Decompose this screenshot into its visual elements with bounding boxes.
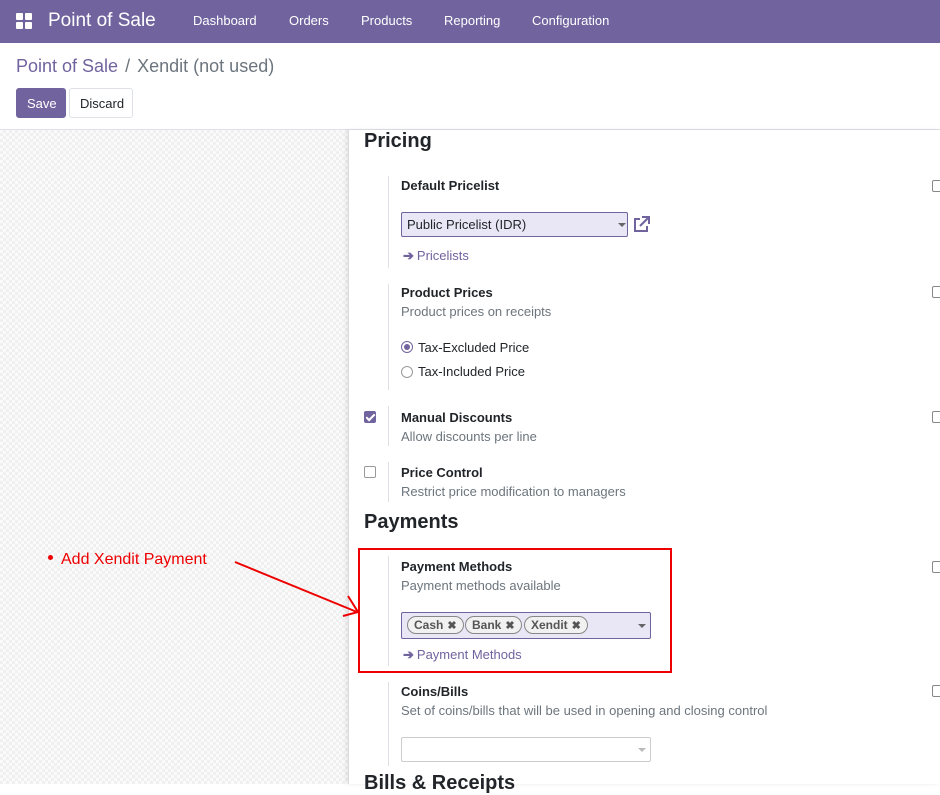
menu-configuration[interactable]: Configuration <box>532 13 609 28</box>
menu-reporting[interactable]: Reporting <box>444 13 500 28</box>
apps-menu-icon[interactable] <box>16 13 33 30</box>
tax-excluded-label[interactable]: Tax-Excluded Price <box>418 340 529 355</box>
pricing-heading: Pricing <box>364 130 432 152</box>
divider <box>388 176 389 268</box>
pricelists-link[interactable]: ➔ Pricelists <box>403 248 469 264</box>
breadcrumb-root[interactable]: Point of Sale <box>16 56 118 76</box>
menu-products[interactable]: Products <box>361 13 412 28</box>
breadcrumb: Point of Sale / Xendit (not used) <box>16 56 274 77</box>
top-navbar: Point of Sale Dashboard Orders Products … <box>0 0 940 43</box>
discard-button[interactable]: Discard <box>69 88 133 118</box>
manual-discounts-right-checkbox[interactable] <box>932 411 940 423</box>
divider <box>388 462 389 502</box>
arrow-right-icon: ➔ <box>403 248 414 263</box>
price-control-checkbox[interactable] <box>364 466 376 478</box>
pricelist-select[interactable]: Public Pricelist (IDR) <box>401 212 628 237</box>
manual-discounts-checkbox[interactable] <box>364 411 376 423</box>
annotation-label: Add Xendit Payment <box>48 551 207 569</box>
control-panel: Point of Sale / Xendit (not used) Save D… <box>0 43 940 130</box>
coins-bills-description: Set of coins/bills that will be used in … <box>401 703 768 718</box>
coins-bills-select[interactable] <box>401 737 651 762</box>
price-control-label: Price Control <box>401 465 483 480</box>
divider <box>388 406 389 446</box>
divider <box>388 682 389 766</box>
default-pricelist-label: Default Pricelist <box>401 178 500 193</box>
tax-excluded-radio[interactable] <box>401 341 413 353</box>
manual-discounts-description: Allow discounts per line <box>401 429 537 444</box>
payment-methods-checkbox[interactable] <box>932 561 940 573</box>
breadcrumb-separator: / <box>125 56 131 76</box>
pricelist-value: Public Pricelist (IDR) <box>407 217 527 232</box>
left-background <box>0 130 348 784</box>
annotation-arrow-icon <box>234 561 360 617</box>
highlight-box <box>358 548 672 673</box>
product-prices-checkbox[interactable] <box>932 286 940 298</box>
app-name[interactable]: Point of Sale <box>48 10 156 32</box>
breadcrumb-current: Xendit (not used) <box>137 56 275 76</box>
chevron-down-icon <box>618 223 626 227</box>
tax-included-radio[interactable] <box>401 366 413 378</box>
save-button[interactable]: Save <box>16 88 66 118</box>
payments-heading: Payments <box>364 511 459 533</box>
menu-orders[interactable]: Orders <box>289 13 329 28</box>
external-link-icon[interactable] <box>632 215 651 234</box>
menu-dashboard[interactable]: Dashboard <box>193 13 257 28</box>
chevron-down-icon <box>638 748 646 752</box>
product-prices-description: Product prices on receipts <box>401 304 552 319</box>
annotation-text: Add Xendit Payment <box>61 551 207 568</box>
tax-included-label[interactable]: Tax-Included Price <box>418 364 525 379</box>
bullet-icon <box>48 555 53 561</box>
default-pricelist-checkbox[interactable] <box>932 180 940 192</box>
coins-bills-checkbox[interactable] <box>932 685 940 697</box>
manual-discounts-label: Manual Discounts <box>401 410 513 425</box>
coins-bills-label: Coins/Bills <box>401 684 469 699</box>
price-control-description: Restrict price modification to managers <box>401 484 626 499</box>
product-prices-label: Product Prices <box>401 285 493 300</box>
pricelists-link-label: Pricelists <box>416 248 469 263</box>
divider <box>388 284 389 390</box>
